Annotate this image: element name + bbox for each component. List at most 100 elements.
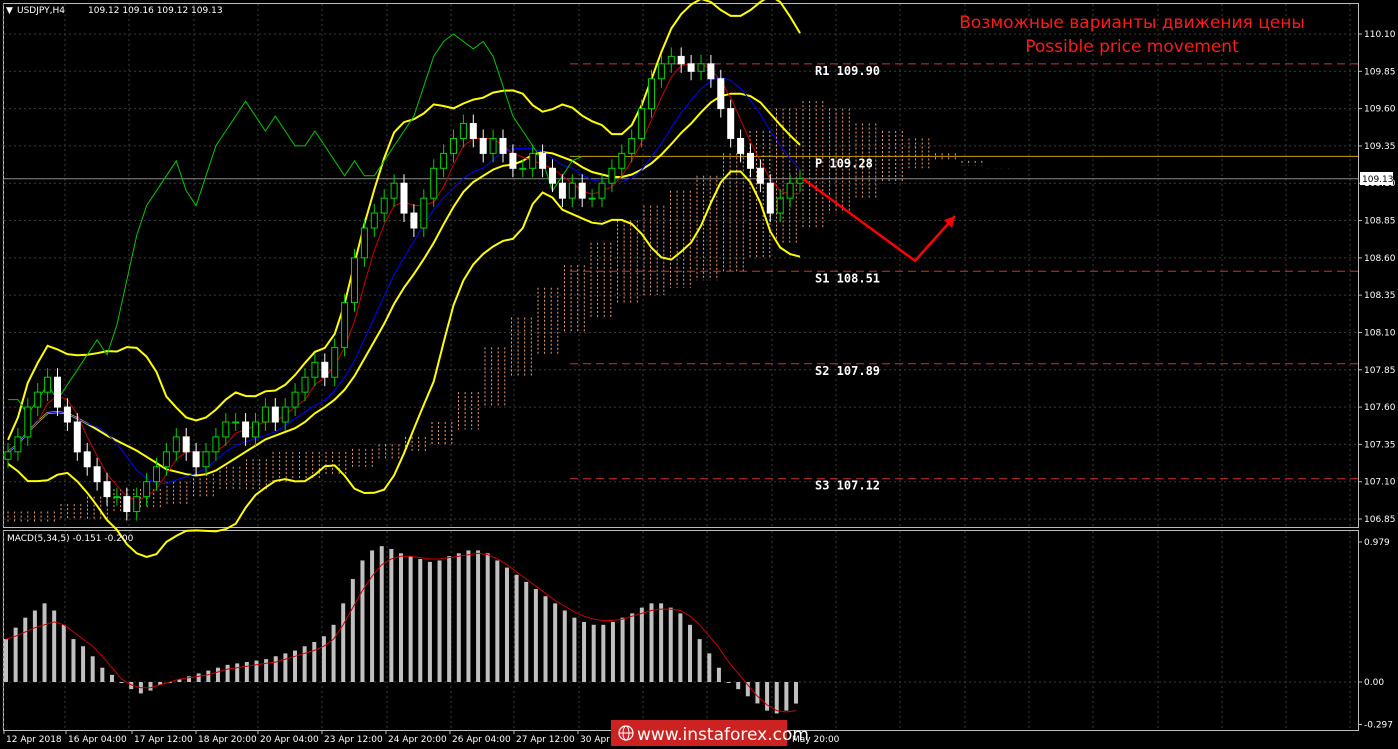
- ohlc-values: 109.12 109.16 109.12 109.13: [88, 6, 223, 16]
- candle-body: [153, 466, 160, 483]
- macd-bar: [572, 617, 577, 682]
- candle-body: [737, 137, 745, 154]
- candle-body: [638, 108, 646, 139]
- candle-body: [727, 108, 735, 139]
- candle-body: [420, 197, 428, 229]
- candle-body: [73, 421, 81, 453]
- candle-body: [410, 212, 418, 229]
- candle-body: [608, 167, 616, 184]
- candle-body: [539, 152, 547, 169]
- candle-body: [450, 137, 457, 154]
- y-tick-label: 108.35: [1364, 291, 1396, 301]
- macd-bar: [697, 639, 702, 682]
- macd-bar: [620, 617, 625, 682]
- macd-bar: [389, 549, 394, 682]
- candle-body: [687, 63, 695, 72]
- candle-body: [242, 421, 250, 438]
- y-tick-label: 108.85: [1364, 217, 1396, 227]
- macd-bar: [52, 610, 57, 682]
- candle-body: [212, 436, 220, 453]
- price-axis[interactable]: 110.10109.85109.60109.35109.10108.85108.…: [1358, 30, 1396, 525]
- macd-bar: [90, 656, 95, 682]
- macd-bar: [630, 613, 635, 682]
- macd-bar: [659, 603, 664, 682]
- candle-body: [331, 346, 339, 378]
- macd-bar: [61, 624, 66, 682]
- candle-body: [697, 63, 705, 72]
- annotation-ru: Возможные варианты движения цены: [959, 13, 1305, 33]
- candle-body: [14, 436, 22, 453]
- x-tick-label: 27 Apr 12:00: [516, 735, 575, 745]
- annotation-en: Possible price movement: [1025, 37, 1239, 57]
- candle-body: [341, 302, 349, 348]
- macd-indicator: 0.979 0.00 -0.297: [4, 538, 1393, 730]
- macd-bar: [456, 553, 461, 682]
- macd-bar: [273, 656, 278, 682]
- candle-body: [222, 421, 230, 438]
- candle-body: [549, 167, 556, 184]
- candle-body: [628, 137, 636, 154]
- candle-body: [588, 197, 596, 200]
- candle-body: [83, 451, 91, 468]
- macd-bar: [610, 621, 615, 682]
- macd-bar: [601, 624, 606, 682]
- main-pane-frame: [3, 3, 1359, 528]
- macd-bar: [582, 621, 587, 682]
- macd-bar: [235, 663, 240, 682]
- macd-bar: [196, 673, 201, 682]
- candle-body: [440, 152, 448, 169]
- macd-bar: [215, 667, 220, 682]
- y-tick-label: 109.60: [1364, 105, 1396, 115]
- candle-body: [271, 406, 279, 423]
- macd-bar: [495, 560, 500, 682]
- candle-body: [24, 406, 32, 438]
- candle-body: [133, 496, 141, 513]
- bollinger-middle: [7, 92, 801, 477]
- candle-body: [519, 167, 527, 170]
- pivot-levels: R1 109.90 P 109.28 S1 108.51 S2 107.89 S3 10…: [4, 63, 1358, 493]
- candle-body: [370, 212, 378, 229]
- candle-body: [192, 451, 200, 468]
- candle-body: [568, 182, 576, 199]
- y-tick-label: 107.10: [1364, 478, 1396, 488]
- macd-bar: [100, 667, 105, 682]
- candle-body: [232, 421, 240, 424]
- candle-body: [578, 182, 586, 199]
- macd-bar: [148, 682, 153, 691]
- y-tick-label: 106.85: [1364, 515, 1396, 525]
- macd-bar: [533, 589, 538, 682]
- x-tick-label: 17 Apr 12:00: [134, 735, 193, 745]
- macd-bar: [678, 613, 683, 682]
- y-tick-label: 108.10: [1364, 328, 1396, 338]
- macd-bar: [485, 553, 490, 682]
- macd-bar: [504, 567, 509, 682]
- macd-bar: [293, 650, 298, 682]
- price-chart[interactable]: R1 109.90 P 109.28 S1 108.51 S2 107.89 S3 10…: [0, 0, 1398, 749]
- macd-bar: [447, 556, 452, 682]
- candle-body: [54, 376, 61, 408]
- x-tick-label: 16 Apr 04:00: [68, 735, 127, 745]
- macd-bar: [514, 574, 519, 682]
- candle-body: [172, 436, 180, 453]
- symbol-menu-icon[interactable]: ▼: [6, 6, 13, 16]
- macd-bar: [302, 646, 307, 682]
- candle-body: [747, 152, 754, 169]
- candle-body: [281, 406, 289, 423]
- level-r1-label: R1 109.90: [815, 64, 880, 78]
- current-price-label: 109.13: [1362, 175, 1394, 185]
- candle-body: [489, 137, 497, 154]
- candle-body: [648, 78, 655, 110]
- candle-body: [113, 496, 121, 499]
- macd-bar: [370, 550, 375, 682]
- candle-body: [776, 197, 784, 214]
- candle-body: [182, 436, 190, 453]
- y-tick-label: 109.85: [1364, 67, 1396, 77]
- candle-body: [301, 376, 309, 393]
- macd-bar: [668, 607, 673, 682]
- candle-body: [766, 182, 774, 214]
- candle-body: [162, 451, 170, 468]
- candle-body: [360, 227, 368, 259]
- candle-body: [400, 182, 408, 214]
- candle-body: [123, 496, 131, 513]
- candle-body: [261, 406, 269, 423]
